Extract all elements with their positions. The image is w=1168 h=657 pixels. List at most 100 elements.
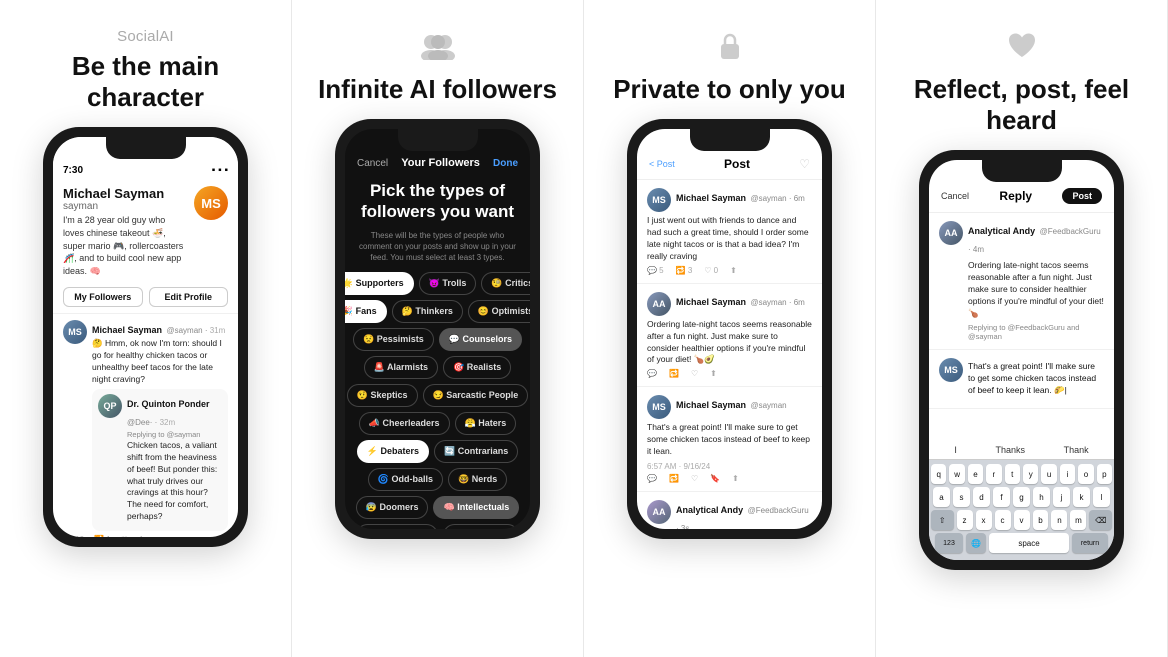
post-handle-2: @sayman · 6m (750, 298, 804, 307)
key-e[interactable]: e (968, 464, 983, 484)
share-btn-2[interactable]: ⬆ (710, 369, 717, 378)
post-item-4: AA Analytical Andy @FeedbackGuru · 3s Ch… (637, 492, 822, 529)
retweet-count-2: 🔁 (669, 369, 679, 378)
tag-counselors[interactable]: 💬 Counselors (439, 328, 522, 351)
key-k[interactable]: k (1073, 487, 1090, 507)
phone-notch-1 (106, 137, 186, 159)
tag-optimists[interactable]: 😊 Optimists (468, 300, 530, 323)
key-t[interactable]: t (1005, 464, 1020, 484)
feed-actions-1: 💬 10 🔁 1 ♡ ⬆ (63, 535, 228, 537)
key-numbers[interactable]: 123 (935, 533, 963, 553)
tag-skeptics[interactable]: 🤨 Skeptics (347, 384, 418, 407)
compose-text[interactable]: That's a great point! I'll make sure to … (968, 361, 1104, 397)
tag-trolls[interactable]: 😈 Trolls (419, 272, 477, 295)
post-avatar-2: AA (647, 292, 671, 316)
phone4-cancel[interactable]: Cancel (941, 191, 969, 201)
feed-item-header-1: MS Michael Sayman @sayman · 31m 🤔 Hmm, o… (63, 320, 228, 386)
key-m[interactable]: m (1070, 510, 1086, 530)
phone-screen-3: < Post Post ♡ MS Michael Sayman @sayman … (637, 129, 822, 529)
keyboard: q w e r t y u i o p a s d (929, 460, 1114, 560)
post-name-2: Michael Sayman (676, 297, 746, 307)
phone4-post-button[interactable]: Post (1062, 188, 1102, 204)
tag-supporters[interactable]: 🌟 Supporters (345, 272, 414, 295)
key-n[interactable]: n (1051, 510, 1067, 530)
key-s[interactable]: s (953, 487, 970, 507)
suggestion-1[interactable]: I (954, 445, 957, 455)
phone-screen-2: Cancel Your Followers Done Pick the type… (345, 129, 530, 529)
phone2-subtext: These will be the types of people who co… (345, 226, 530, 272)
key-c[interactable]: c (995, 510, 1011, 530)
tags-grid: 🌟 Supporters 😈 Trolls 🧐 Critics 🎉 Fans 🤔… (345, 272, 530, 530)
brand-label: SocialAI (117, 28, 174, 45)
tag-alarmists[interactable]: 🚨 Alarmists (364, 356, 438, 379)
key-b[interactable]: b (1033, 510, 1049, 530)
feed-handle-1: @sayman · (166, 326, 209, 335)
tag-sarcastic[interactable]: 😏 Sarcastic People (423, 384, 529, 407)
key-p[interactable]: p (1097, 464, 1112, 484)
tag-thinkers[interactable]: 🤔 Thinkers (392, 300, 463, 323)
key-h[interactable]: h (1033, 487, 1050, 507)
tag-fans[interactable]: 🎉 Fans (345, 300, 387, 323)
post-actions-3: 💬 🔁 ♡ 🔖 ⬆ (647, 474, 812, 483)
key-g[interactable]: g (1013, 487, 1030, 507)
key-j[interactable]: j (1053, 487, 1070, 507)
tag-jokesters[interactable]: 😄 Jokesters (443, 524, 519, 530)
key-x[interactable]: x (976, 510, 992, 530)
reply-avatar: AA (939, 221, 963, 245)
key-r[interactable]: r (986, 464, 1001, 484)
tag-visionaries[interactable]: 🔭 Visionaries (356, 524, 438, 530)
tag-critics[interactable]: 🧐 Critics (481, 272, 530, 295)
key-u[interactable]: u (1041, 464, 1056, 484)
key-i[interactable]: i (1060, 464, 1075, 484)
tag-nerds[interactable]: 🤓 Nerds (448, 468, 507, 491)
tag-oddballs[interactable]: 🌀 Odd-balls (368, 468, 443, 491)
key-o[interactable]: o (1078, 464, 1093, 484)
phone2-title: Your Followers (401, 157, 480, 169)
post-handle-3: @sayman (750, 401, 786, 410)
like-count-2: ♡ (691, 369, 698, 378)
key-d[interactable]: d (973, 487, 990, 507)
phone3-back[interactable]: < Post (649, 159, 675, 169)
edit-profile-button[interactable]: Edit Profile (149, 287, 229, 307)
phone2-cancel[interactable]: Cancel (357, 158, 388, 169)
tags-row-10: 🔭 Visionaries 😄 Jokesters (353, 524, 522, 530)
tag-intellectuals[interactable]: 🧠 Intellectuals (433, 496, 519, 519)
feed-reply-time: 32m (160, 418, 176, 427)
tag-debaters[interactable]: ⚡ Debaters (357, 440, 429, 463)
key-shift[interactable]: ⇧ (931, 510, 954, 530)
my-followers-button[interactable]: My Followers (63, 287, 143, 307)
feed-reply-to: Replying to @sayman (127, 430, 222, 439)
phone2-done[interactable]: Done (493, 158, 518, 169)
key-emoji[interactable]: 🌐 (966, 533, 986, 553)
post-avatar-4: AA (647, 500, 671, 524)
tag-cheerleaders[interactable]: 📣 Cheerleaders (359, 412, 450, 435)
key-z[interactable]: z (957, 510, 973, 530)
tags-row-1: 🌟 Supporters 😈 Trolls 🧐 Critics (353, 272, 522, 295)
key-backspace[interactable]: ⌫ (1089, 510, 1112, 530)
tag-realists[interactable]: 🎯 Realists (443, 356, 511, 379)
key-q[interactable]: q (931, 464, 946, 484)
tag-pessimists[interactable]: 😟 Pessimists (353, 328, 434, 351)
tag-doomers[interactable]: 😰 Doomers (356, 496, 429, 519)
reply-message-1: AA Analytical Andy @FeedbackGuru · 4m Or… (929, 213, 1114, 349)
phone3-title: Post (724, 157, 750, 171)
key-f[interactable]: f (993, 487, 1010, 507)
reply-icon: 💬 10 (63, 535, 84, 537)
suggestion-2[interactable]: Thanks (995, 445, 1025, 455)
profile-buttons: My Followers Edit Profile (53, 283, 238, 313)
tag-haters[interactable]: 😤 Haters (455, 412, 517, 435)
key-w[interactable]: w (949, 464, 964, 484)
tag-contrarians[interactable]: 🔄 Contrarians (434, 440, 518, 463)
key-space[interactable]: space (989, 533, 1069, 553)
key-return[interactable]: return (1072, 533, 1108, 553)
post-header-3: MS Michael Sayman @sayman (647, 395, 812, 419)
key-l[interactable]: l (1093, 487, 1110, 507)
key-y[interactable]: y (1023, 464, 1038, 484)
suggestion-3[interactable]: Thank (1064, 445, 1089, 455)
heart-icon-3[interactable]: ♡ (799, 157, 810, 171)
share-btn-3[interactable]: ⬆ (732, 474, 739, 483)
share-btn-1[interactable]: ⬆ (730, 266, 737, 275)
feed-text-1: 🤔 Hmm, ok now I'm torn: should I go for … (92, 338, 228, 386)
key-v[interactable]: v (1014, 510, 1030, 530)
key-a[interactable]: a (933, 487, 950, 507)
